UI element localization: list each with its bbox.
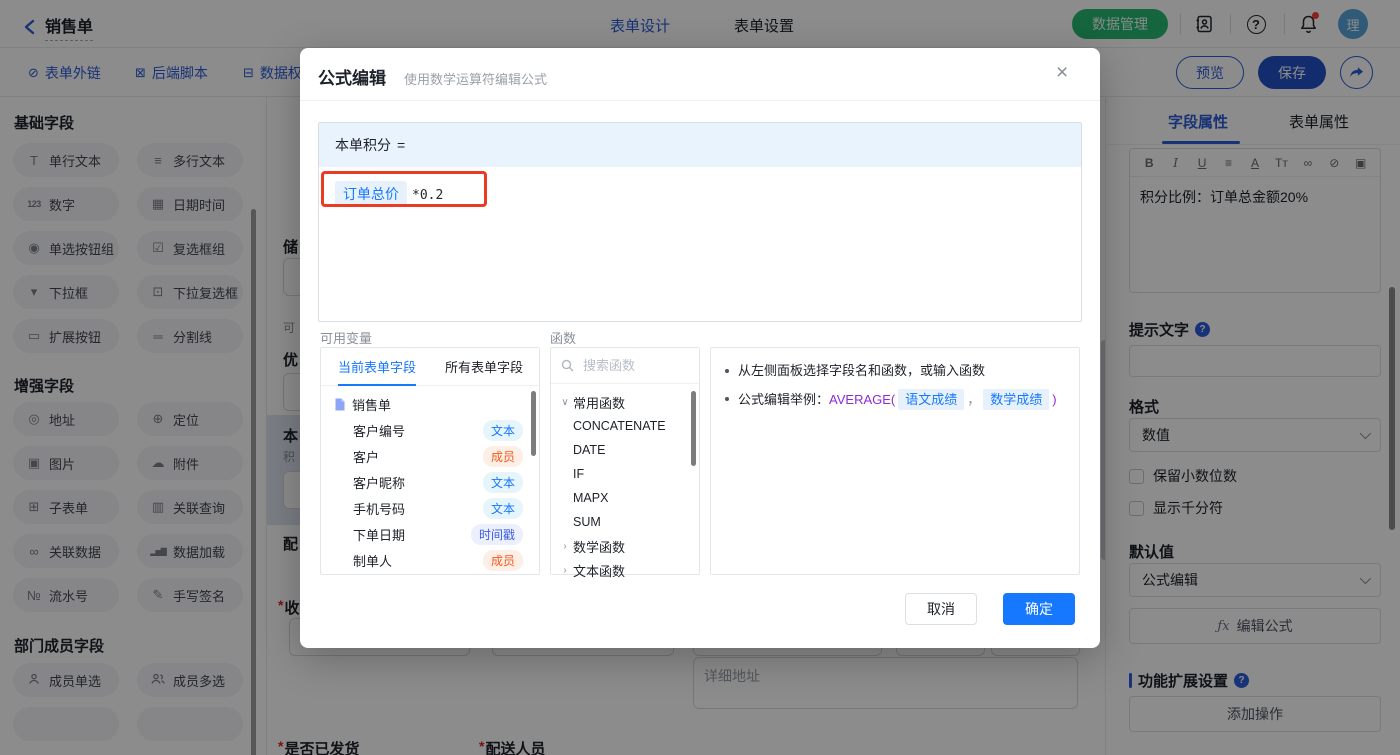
formula-target: 本单积分 bbox=[335, 137, 391, 153]
function-item[interactable]: IF bbox=[551, 462, 699, 486]
bullet bbox=[725, 397, 729, 401]
help-line-1: 从左侧面板选择字段名和函数，或输入函数 bbox=[725, 361, 1065, 380]
function-name: AVERAGE( bbox=[829, 392, 896, 407]
caret-down-icon: ∨ bbox=[561, 396, 569, 408]
help-line-2: 公式编辑举例：AVERAGE(语文成绩，数学成绩) bbox=[725, 389, 1065, 410]
function-item[interactable]: CONCATENATE bbox=[551, 414, 699, 438]
variable-row[interactable]: 客户昵称 文本 bbox=[321, 470, 539, 495]
variable-tree-root[interactable]: 销售单 bbox=[321, 392, 539, 417]
tab-all-form-fields[interactable]: 所有表单字段 bbox=[445, 347, 523, 386]
variable-row[interactable]: 手机号码 文本 bbox=[321, 496, 539, 521]
example-chip: 语文成绩 bbox=[898, 389, 965, 410]
cancel-button[interactable]: 取消 bbox=[905, 593, 977, 625]
modal-subtitle: 使用数学运算符编辑公式 bbox=[404, 72, 548, 87]
formula-help-panel: 从左侧面板选择字段名和函数，或输入函数 公式编辑举例：AVERAGE(语文成绩，… bbox=[710, 347, 1080, 575]
variable-row[interactable]: 客户 成员 bbox=[321, 444, 539, 469]
bullet bbox=[725, 369, 729, 373]
red-annotation-box bbox=[321, 171, 487, 207]
type-badge: 文本 bbox=[482, 472, 523, 493]
formula-editor-box[interactable]: 本单积分 = 订单总价 *0.2 bbox=[318, 122, 1082, 322]
type-badge: 成员 bbox=[482, 550, 523, 571]
app-root: 销售单 表单设计 表单设置 数据管理 ? 理 ⊘ 表单外链 ⊠ 后端脚本 ⊟ 数据权 … bbox=[0, 0, 1400, 755]
variables-label: 可用变量 bbox=[320, 331, 373, 346]
function-item[interactable]: DATE bbox=[551, 438, 699, 462]
modal-title: 公式编辑 bbox=[318, 69, 386, 88]
type-badge: 文本 bbox=[482, 498, 523, 519]
confirm-button[interactable]: 确定 bbox=[1003, 593, 1075, 625]
functions-scrollbar[interactable] bbox=[691, 391, 696, 466]
variable-row[interactable]: 下单日期 时间戳 bbox=[321, 522, 539, 547]
form-doc-icon bbox=[334, 398, 346, 411]
example-chip: 数学成绩 bbox=[983, 389, 1050, 410]
close-icon[interactable]: × bbox=[1056, 62, 1068, 83]
function-group-common[interactable]: ∨ 常用函数 bbox=[551, 390, 699, 414]
caret-right-icon: › bbox=[563, 540, 567, 552]
type-badge: 成员 bbox=[482, 446, 523, 467]
variable-row[interactable]: 制单人 成员 bbox=[321, 548, 539, 573]
function-item[interactable]: MAPX bbox=[551, 486, 699, 510]
variables-panel: 当前表单字段 所有表单字段 销售单 客户编号 文本 客户 成员 客户昵称 文本 手机号… bbox=[320, 347, 540, 575]
type-badge: 文本 bbox=[482, 420, 523, 441]
formula-target-row: 本单积分 = bbox=[319, 123, 1081, 167]
type-badge: 时间戳 bbox=[470, 524, 523, 545]
functions-label: 函数 bbox=[550, 331, 577, 346]
search-icon bbox=[561, 359, 574, 372]
function-search[interactable] bbox=[551, 348, 699, 384]
function-group-math[interactable]: › 数学函数 bbox=[551, 534, 699, 558]
divider bbox=[300, 100, 1100, 101]
variables-scrollbar[interactable] bbox=[531, 391, 536, 456]
formula-edit-modal: 公式编辑 使用数学运算符编辑公式 × 本单积分 = 订单总价 *0.2 可用变量 … bbox=[300, 48, 1100, 648]
function-group-text[interactable]: › 文本函数 bbox=[551, 558, 699, 582]
caret-right-icon: › bbox=[563, 564, 567, 576]
tab-current-form-fields[interactable]: 当前表单字段 bbox=[338, 347, 417, 386]
search-input[interactable] bbox=[581, 357, 681, 374]
formula-equals: = bbox=[397, 137, 406, 153]
functions-panel: ∨常用函数 CONCATENATE DATE IF MAPX SUM ›数学函数… bbox=[550, 347, 700, 579]
function-item[interactable]: SUM bbox=[551, 510, 699, 534]
variable-row[interactable]: 客户编号 文本 bbox=[321, 418, 539, 443]
